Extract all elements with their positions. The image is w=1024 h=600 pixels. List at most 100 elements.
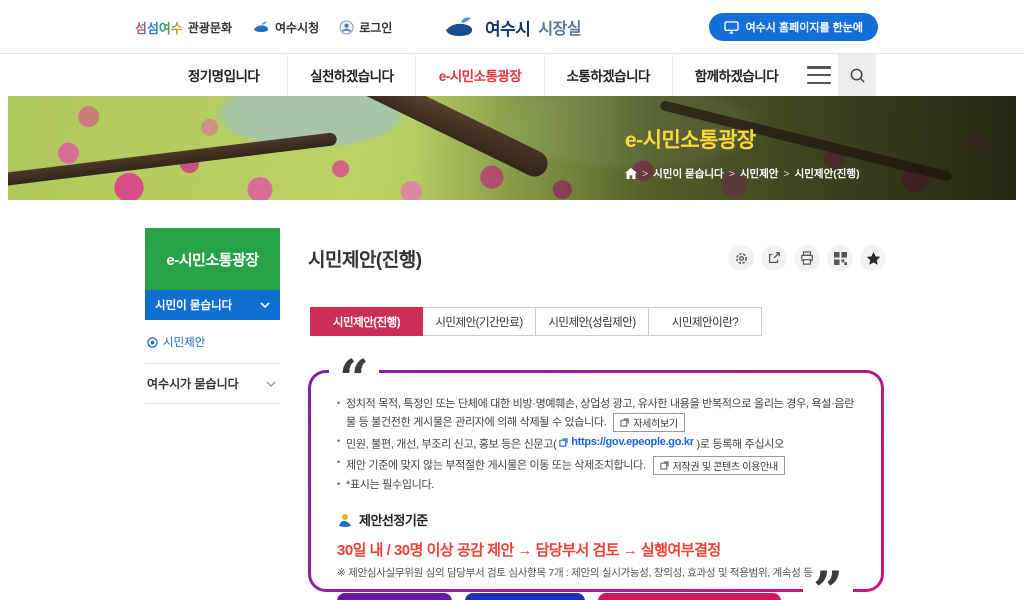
sidebar-group2-label: 여수시가 묻습니다 <box>147 375 239 392</box>
proposal-tabs: 시민제안(진행) 시민제안(기간만료) 시민제안(성립제안) 시민제안이란? <box>310 307 762 336</box>
star-icon <box>866 251 881 266</box>
notice-item-3: 제안 기준에 맞지 않는 부적절한 게시물은 이동 또는 삭제조치합니다. 저작… <box>337 456 855 475</box>
criteria-note: ※ 제안심사실무위원 심의 담당부서 검토 심사항목 7개 : 제안의 실시가능… <box>337 565 855 580</box>
qr-code-icon <box>834 252 847 265</box>
settings-button[interactable] <box>728 245 754 271</box>
notice-text-2-post: )로 등록해 주십시오 <box>696 438 783 450</box>
menu-hamburger-button[interactable] <box>806 63 832 87</box>
notice-item-2: 민원, 불편, 개선, 부조리 신고, 홍보 등은 신문고( https://g… <box>337 435 855 453</box>
favorite-button[interactable] <box>860 245 886 271</box>
action-buttons: 지금 제안하기 내 제안글 보기 방문 및 팩스 제출용 다운로드 <box>337 593 855 600</box>
tab-expired[interactable]: 시민제안(기간만료) <box>423 307 536 336</box>
nav-item-e-plaza[interactable]: e-시민소통광장 <box>415 54 543 96</box>
page: 섬섬여수 관광문화 여수시청 로그인 여수시 시장실 여수시 홈페이지를 한눈에… <box>0 0 1024 600</box>
epeople-link-label: https://gov.epeople.go.kr <box>571 435 693 451</box>
whale-logo-icon <box>252 21 270 33</box>
detail-view-button[interactable]: 자세히보기 <box>613 413 685 432</box>
epeople-link[interactable]: https://gov.epeople.go.kr <box>559 435 693 451</box>
breadcrumb-item[interactable]: 시민이 묻습니다 <box>653 166 724 181</box>
notice-text-1: 정치적 목적, 특정인 또는 단체에 대한 비방·명예훼손, 상업성 광고, 유… <box>346 398 854 428</box>
chevron-down-icon <box>266 381 276 387</box>
seomseom-yeosu-logo: 섬섬여수 <box>135 18 183 37</box>
sidebar: e-시민소통광장 시민이 묻습니다 시민제안 여수시가 묻습니다 <box>145 228 280 404</box>
new-window-icon <box>620 418 629 427</box>
page-title: 시민제안(진행) <box>308 245 422 272</box>
header-links: 섬섬여수 관광문화 여수시청 로그인 <box>135 0 392 54</box>
site-title-rest: 시장실 <box>538 15 581 39</box>
qr-button[interactable] <box>827 245 853 271</box>
propose-now-button[interactable]: 지금 제안하기 <box>337 593 452 600</box>
page-tool-icons <box>728 245 886 271</box>
chevron-down-icon <box>260 302 270 308</box>
criteria-heading: 제안선정기준 <box>337 510 855 529</box>
nav-items: 정기명입니다 실천하겠습니다 e-시민소통광장 소통하겠습니다 함께하겠습니다 <box>160 54 800 96</box>
cityhall-label: 여수시청 <box>275 19 319 36</box>
tab-about[interactable]: 시민제안이란? <box>649 307 762 336</box>
monitor-icon <box>724 21 739 34</box>
hero-text: e-시민소통광장 > 시민이 묻습니다 > 시민제안 > 시민제안(진행) <box>625 124 860 181</box>
hero-title: e-시민소통광장 <box>625 124 860 154</box>
notice-quote-box: “ ” 정치적 목적, 특정인 또는 단체에 대한 비방·명예훼손, 상업성 광… <box>308 370 884 592</box>
printer-icon <box>800 251 814 265</box>
sidebar-link-label: 시민제안 <box>163 334 205 350</box>
breadcrumb-separator: > <box>642 168 648 180</box>
tab-adopted[interactable]: 시민제안(성립제안) <box>536 307 649 336</box>
login-link[interactable]: 로그인 <box>339 19 392 36</box>
gear-icon <box>734 251 749 266</box>
top-header: 섬섬여수 관광문화 여수시청 로그인 여수시 시장실 여수시 홈페이지를 한눈에 <box>0 0 1024 54</box>
share-button[interactable] <box>761 245 787 271</box>
tourism-link[interactable]: 섬섬여수 관광문화 <box>135 18 232 37</box>
quote-close-mark: ” <box>803 582 853 600</box>
breadcrumb-separator: > <box>783 168 789 180</box>
hero-banner: e-시민소통광장 > 시민이 묻습니다 > 시민제안 > 시민제안(진행) <box>8 96 1016 200</box>
breadcrumb-separator: > <box>729 168 735 180</box>
sidebar-group1-label: 시민이 묻습니다 <box>155 297 232 313</box>
copyright-guide-button[interactable]: 저작권 및 콘텐츠 이용안내 <box>653 456 785 475</box>
nav-item-together[interactable]: 함께하겠습니다 <box>672 54 800 96</box>
main-nav: 정기명입니다 실천하겠습니다 e-시민소통광장 소통하겠습니다 함께하겠습니다 <box>0 54 1024 96</box>
login-label: 로그인 <box>359 19 392 36</box>
nav-item-mayor[interactable]: 정기명입니다 <box>160 54 287 96</box>
share-icon <box>767 251 781 265</box>
site-title-bold: 여수시 <box>485 15 530 40</box>
copyright-guide-label: 저작권 및 콘텐츠 이용안내 <box>673 458 778 473</box>
homepage-overview-button[interactable]: 여수시 홈페이지를 한눈에 <box>709 13 878 41</box>
notice-list: 정치적 목적, 특정인 또는 단체에 대한 비방·명예훼손, 상업성 광고, 유… <box>337 397 855 494</box>
tourism-label: 관광문화 <box>188 19 232 36</box>
tab-in-progress[interactable]: 시민제안(진행) <box>310 307 423 336</box>
yeosu-mark-icon <box>337 513 353 527</box>
yeosu-mayor-logo-icon <box>443 16 477 38</box>
detail-view-label: 자세히보기 <box>633 415 678 430</box>
breadcrumb: > 시민이 묻습니다 > 시민제안 > 시민제안(진행) <box>625 166 860 181</box>
notice-text-3: 제안 기준에 맞지 않는 부적절한 게시물은 이동 또는 삭제조치합니다. <box>346 460 646 472</box>
notice-text-2-pre: 민원, 불편, 개선, 부조리 신고, 홍보 등은 신문고( <box>346 438 556 450</box>
breadcrumb-item-current: 시민제안(진행) <box>795 166 860 181</box>
sidebar-title: e-시민소통광장 <box>145 228 280 290</box>
notice-item-1: 정치적 목적, 특정인 또는 단체에 대한 비방·명예훼손, 상업성 광고, 유… <box>337 397 855 432</box>
cityhall-link[interactable]: 여수시청 <box>252 19 319 36</box>
fax-download-button[interactable]: 방문 및 팩스 제출용 다운로드 <box>598 593 781 600</box>
print-button[interactable] <box>794 245 820 271</box>
search-icon <box>849 67 866 84</box>
notice-item-4: *표시는 필수입니다. <box>337 478 855 494</box>
new-window-icon <box>660 461 669 470</box>
external-link-icon <box>559 438 568 447</box>
sidebar-item-city-asks[interactable]: 여수시가 묻습니다 <box>145 364 280 404</box>
home-icon[interactable] <box>625 168 637 179</box>
criteria-highlight: 30일 내 / 30명 이상 공감 제안 → 담당부서 검토 → 실행여부결정 <box>337 539 855 560</box>
blossom-branch-decor <box>154 96 552 181</box>
my-proposals-button[interactable]: 내 제안글 보기 <box>465 593 585 600</box>
criteria-heading-label: 제안선정기준 <box>359 510 428 529</box>
person-icon <box>339 20 354 35</box>
nav-item-communicate[interactable]: 소통하겠습니다 <box>544 54 672 96</box>
search-button[interactable] <box>838 54 876 96</box>
blossom-branch-decor <box>8 132 337 189</box>
notice-text-4: *표시는 필수입니다. <box>346 479 434 491</box>
bullseye-icon <box>147 337 158 348</box>
nav-item-practice[interactable]: 실천하겠습니다 <box>287 54 415 96</box>
sidebar-item-citizens-ask[interactable]: 시민이 묻습니다 <box>145 290 280 320</box>
quote-open-mark: “ <box>329 370 379 391</box>
breadcrumb-item[interactable]: 시민제안 <box>740 166 779 181</box>
sidebar-item-citizen-proposal[interactable]: 시민제안 <box>145 320 280 364</box>
homepage-overview-label: 여수시 홈페이지를 한눈에 <box>746 19 863 35</box>
